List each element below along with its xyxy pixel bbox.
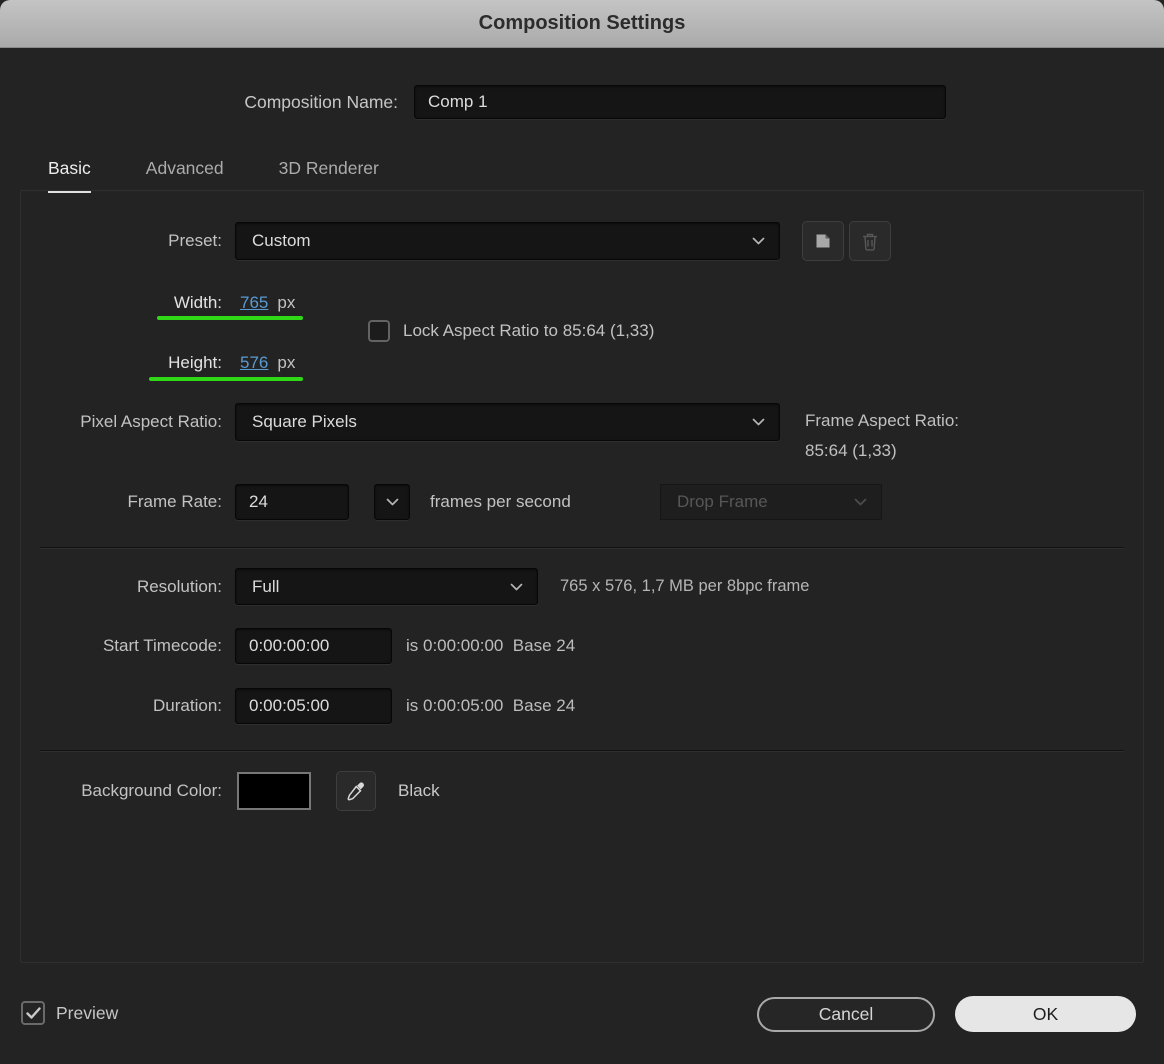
resolution-label: Resolution: [0, 577, 222, 597]
pixel-aspect-ratio-value: Square Pixels [252, 412, 357, 432]
resolution-info: 765 x 576, 1,7 MB per 8bpc frame [560, 577, 809, 596]
trash-icon [861, 231, 879, 251]
lock-aspect-row: Lock Aspect Ratio to 85:64 (1,33) [368, 320, 654, 342]
eyedropper-icon [345, 780, 367, 802]
preset-dropdown[interactable]: Custom [235, 222, 780, 260]
new-preset-icon [813, 231, 833, 251]
section-divider [40, 750, 1124, 751]
tab-basic[interactable]: Basic [48, 158, 91, 193]
width-label: Width: [0, 293, 222, 313]
height-label: Height: [0, 353, 222, 373]
composition-name-input[interactable] [414, 85, 946, 119]
frame-aspect-ratio-info: Frame Aspect Ratio: 85:64 (1,33) [805, 406, 959, 466]
chevron-down-icon [752, 418, 765, 426]
drop-frame-dropdown: Drop Frame [660, 484, 882, 520]
preset-row: Preset: Custom [0, 221, 1164, 261]
frame-aspect-ratio-label: Frame Aspect Ratio: [805, 406, 959, 436]
preview-checkbox[interactable] [21, 1001, 45, 1025]
background-color-swatch[interactable] [237, 772, 311, 810]
dialog-title: Composition Settings [479, 12, 686, 35]
resolution-value: Full [252, 577, 279, 597]
background-color-label: Background Color: [0, 781, 222, 801]
resolution-row: Resolution: Full 765 x 576, 1,7 MB per 8… [0, 568, 1164, 605]
resolution-dropdown[interactable]: Full [235, 568, 538, 605]
preview-toggle-row: Preview [21, 1001, 118, 1025]
frame-rate-input[interactable] [235, 484, 349, 520]
composition-name-row: Composition Name: [0, 85, 946, 119]
frames-per-second-label: frames per second [430, 492, 571, 512]
tab-basic-label: Basic [48, 158, 91, 178]
height-highlight-underline [149, 377, 303, 381]
save-preset-button[interactable] [802, 221, 844, 261]
duration-row: Duration: is 0:00:05:00 Base 24 [0, 688, 1164, 724]
tab-advanced-label: Advanced [146, 158, 224, 178]
pixel-aspect-ratio-dropdown[interactable]: Square Pixels [235, 403, 780, 441]
frame-rate-row: Frame Rate: frames per second Drop Frame [0, 484, 1164, 520]
composition-name-label: Composition Name: [0, 92, 398, 113]
background-color-name: Black [398, 781, 440, 801]
section-divider [40, 547, 1124, 548]
drop-frame-value: Drop Frame [677, 492, 768, 512]
frame-rate-preset-button[interactable] [374, 484, 410, 520]
lock-aspect-label: Lock Aspect Ratio to 85:64 (1,33) [403, 321, 654, 341]
preset-value: Custom [252, 231, 311, 251]
height-value[interactable]: 576 [240, 353, 268, 373]
check-icon [26, 1007, 41, 1020]
preview-label: Preview [56, 1003, 118, 1024]
height-unit: px [277, 353, 295, 373]
composition-settings-dialog: Composition Settings Composition Name: B… [0, 0, 1164, 1064]
chevron-down-icon [510, 583, 523, 591]
frame-aspect-ratio-value: 85:64 (1,33) [805, 436, 959, 466]
width-value[interactable]: 765 [240, 293, 268, 313]
start-timecode-label: Start Timecode: [0, 636, 222, 656]
cancel-button[interactable]: Cancel [757, 997, 935, 1032]
tab-advanced[interactable]: Advanced [146, 158, 224, 193]
chevron-down-icon [386, 498, 399, 506]
width-highlight-underline [157, 316, 303, 320]
duration-info: is 0:00:05:00 Base 24 [406, 696, 575, 716]
start-timecode-row: Start Timecode: is 0:00:00:00 Base 24 [0, 628, 1164, 664]
start-timecode-input[interactable] [235, 628, 392, 664]
tab-bar: Basic Advanced 3D Renderer [48, 158, 379, 193]
lock-aspect-checkbox[interactable] [368, 320, 390, 342]
ok-button[interactable]: OK [955, 996, 1136, 1032]
pixel-aspect-ratio-label: Pixel Aspect Ratio: [0, 412, 222, 432]
delete-preset-button[interactable] [849, 221, 891, 261]
pixel-aspect-ratio-row: Pixel Aspect Ratio: Square Pixels [0, 403, 1164, 441]
background-color-row: Background Color: Black [0, 771, 1164, 811]
duration-label: Duration: [0, 696, 222, 716]
dialog-title-bar[interactable]: Composition Settings [0, 0, 1164, 48]
height-row: Height: 576 px [0, 348, 1164, 378]
tab-3d-renderer[interactable]: 3D Renderer [279, 158, 379, 193]
frame-rate-label: Frame Rate: [0, 492, 222, 512]
width-unit: px [277, 293, 295, 313]
eyedropper-button[interactable] [336, 771, 376, 811]
start-timecode-info: is 0:00:00:00 Base 24 [406, 636, 575, 656]
width-row: Width: 765 px [0, 288, 1164, 318]
duration-input[interactable] [235, 688, 392, 724]
preset-label: Preset: [0, 231, 222, 251]
chevron-down-icon [854, 498, 867, 506]
tab-3d-renderer-label: 3D Renderer [279, 158, 379, 178]
chevron-down-icon [752, 237, 765, 245]
